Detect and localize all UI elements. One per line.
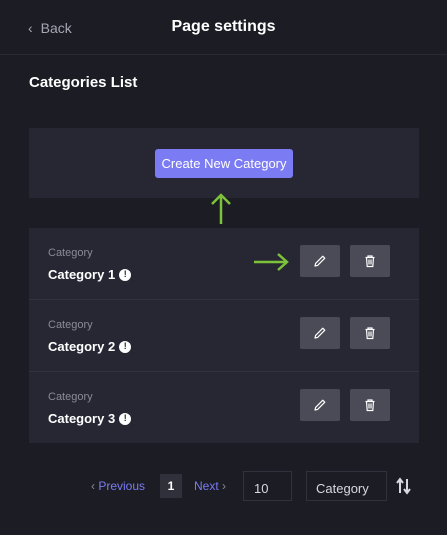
top-bar: ‹ Back Page settings: [0, 0, 447, 55]
delete-button[interactable]: [350, 245, 390, 277]
category-name-text: Category 3: [48, 411, 116, 426]
create-category-button[interactable]: Create New Category: [155, 149, 293, 178]
delete-button[interactable]: [350, 317, 390, 349]
per-page-input[interactable]: 10: [243, 471, 292, 501]
previous-label: Previous: [98, 479, 146, 493]
current-page[interactable]: 1: [160, 474, 182, 498]
exclamation-circle-icon: !: [119, 340, 132, 353]
category-name: Category 3 !: [48, 411, 132, 426]
category-field-label: Category: [48, 391, 93, 403]
category-name-text: Category 1: [48, 267, 116, 282]
edit-button[interactable]: [300, 317, 340, 349]
edit-button[interactable]: [300, 389, 340, 421]
sort-arrows-icon[interactable]: [396, 477, 412, 495]
list-item: Category Category 1 !: [29, 228, 419, 300]
page-title: Page settings: [171, 18, 276, 35]
trash-icon: [365, 327, 375, 340]
category-field-label: Category: [48, 247, 93, 259]
pencil-icon: [314, 399, 326, 411]
chevron-left-icon: ‹: [91, 479, 95, 493]
list-item: Category Category 2 !: [29, 300, 419, 372]
section-title: Categories List: [29, 74, 138, 91]
category-field-label: Category: [48, 319, 93, 331]
exclamation-circle-icon: !: [119, 268, 132, 281]
previous-page-button[interactable]: ‹ Previous: [91, 479, 145, 493]
edit-button[interactable]: [300, 245, 340, 277]
category-list: Category Category 1 ! Category Category …: [29, 228, 419, 443]
delete-button[interactable]: [350, 389, 390, 421]
sort-field-select[interactable]: Category: [306, 471, 387, 501]
category-name-text: Category 2: [48, 339, 116, 354]
category-name: Category 1 !: [48, 267, 132, 282]
next-page-button[interactable]: Next ›: [194, 479, 226, 493]
trash-icon: [365, 255, 375, 268]
pencil-icon: [314, 255, 326, 267]
exclamation-circle-icon: !: [119, 412, 132, 425]
trash-icon: [365, 399, 375, 412]
list-item: Category Category 3 !: [29, 372, 419, 444]
pencil-icon: [314, 327, 326, 339]
annotation-arrow-right-icon: [254, 253, 289, 271]
annotation-arrow-up-icon: [211, 193, 231, 224]
category-name: Category 2 !: [48, 339, 132, 354]
next-label: Next: [194, 479, 219, 493]
pagination: ‹ Previous 1 Next › 10 Category: [0, 471, 447, 501]
chevron-right-icon: ›: [222, 479, 227, 493]
